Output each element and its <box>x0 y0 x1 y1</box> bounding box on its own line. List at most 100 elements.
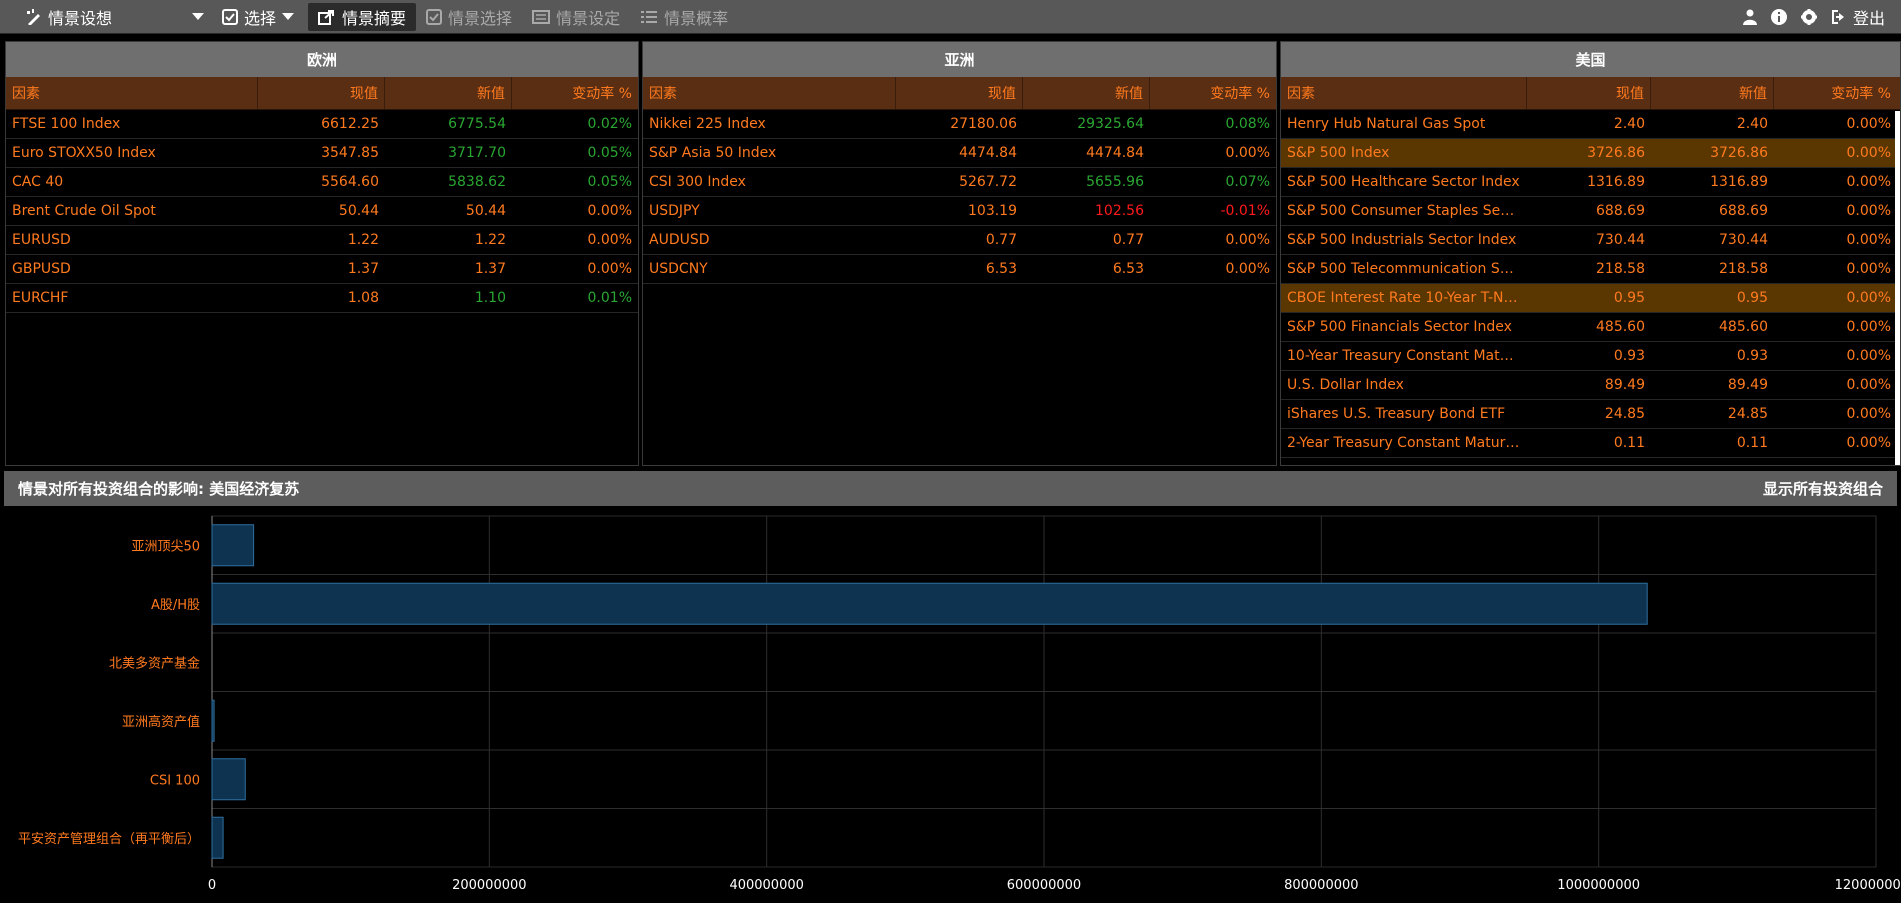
factor-cell: USDJPY <box>649 203 700 219</box>
table-row[interactable]: 2-Year Treasury Constant Maturity ... 0.1… <box>1281 429 1900 458</box>
tab-scenario-summary[interactable]: 情景摘要 <box>308 2 417 31</box>
current-value-cell: 1316.89 <box>1587 174 1645 190</box>
current-value-cell: 103.19 <box>968 203 1017 219</box>
new-value-cell: 1.10 <box>474 290 506 306</box>
scenario-setup-label: 情景设想 <box>48 8 113 28</box>
table-row[interactable]: 5-Year Treasury Constant Maturity ...0.3… <box>1281 458 1900 465</box>
change-rate-cell: 0.01% <box>587 290 632 306</box>
table-row[interactable]: CSI 300 Index 5267.72 5655.96 0.07% <box>643 168 1276 197</box>
bar[interactable] <box>211 582 1648 625</box>
table-row[interactable]: U.S. Dollar Index 89.49 89.49 0.00% <box>1281 371 1900 400</box>
table-row[interactable]: S&P 500 Financials Sector Index 485.60 485… <box>1281 313 1900 342</box>
col-current[interactable]: 现值 <box>896 77 1023 109</box>
scenario-setup-menu[interactable]: 情景设想 <box>0 3 122 31</box>
new-value-cell: 730.44 <box>1719 232 1768 248</box>
x-tick-label: 1200000000 <box>1835 878 1901 893</box>
select-label: 选择 <box>244 8 277 28</box>
table-row[interactable]: S&P 500 Consumer Staples Sector... 688.69… <box>1281 197 1900 226</box>
numbered-list-icon <box>641 10 658 23</box>
col-current[interactable]: 现值 <box>258 77 385 109</box>
table-row[interactable]: EURUSD 1.22 1.22 0.00% <box>6 226 638 255</box>
table-row[interactable]: S&P 500 Telecommunication Servi... 218.58… <box>1281 255 1900 284</box>
table-row[interactable]: S&P Asia 50 Index 4474.84 4474.84 0.00% <box>643 139 1276 168</box>
current-value-cell: 730.44 <box>1596 232 1645 248</box>
scenario-select-label: 情景选择 <box>448 8 513 28</box>
new-value-cell: 218.58 <box>1719 261 1768 277</box>
toolbar-right: 登出 <box>1737 3 1901 31</box>
table-row[interactable]: Henry Hub Natural Gas Spot 2.40 2.40 0.00% <box>1281 110 1900 139</box>
col-new[interactable]: 新值 <box>1023 77 1150 109</box>
col-current[interactable]: 现值 <box>1527 77 1651 109</box>
col-new[interactable]: 新值 <box>385 77 512 109</box>
y-category-label: A股/H股 <box>151 598 200 613</box>
col-factor[interactable]: 因素 <box>6 77 258 109</box>
impact-title: 情景对所有投资组合的影响: 美国经济复苏 <box>18 480 300 498</box>
table-row[interactable]: CBOE Interest Rate 10-Year T-Note 0.95 0.9… <box>1281 284 1900 313</box>
list-alt-icon <box>532 9 551 24</box>
scrollbar[interactable] <box>1895 111 1900 465</box>
table-row[interactable]: GBPUSD 1.37 1.37 0.00% <box>6 255 638 284</box>
table-row[interactable]: AUDUSD 0.77 0.77 0.00% <box>643 226 1276 255</box>
change-rate-cell: 0.08% <box>1225 116 1270 132</box>
scenario-setup-dropdown[interactable] <box>122 3 212 31</box>
change-rate-cell: 0.07% <box>1225 174 1270 190</box>
settings-button[interactable] <box>1795 3 1823 31</box>
table-row[interactable]: CAC 40 5564.60 5838.62 0.05% <box>6 168 638 197</box>
tab-scenario-select[interactable]: 情景选择 <box>416 3 522 31</box>
col-new[interactable]: 新值 <box>1651 77 1774 109</box>
bar[interactable] <box>211 758 246 801</box>
select-menu[interactable]: 选择 <box>212 3 304 31</box>
current-value-cell: 3547.85 <box>321 145 379 161</box>
table-header: 因素 现值 新值 变动率 % <box>1281 77 1900 110</box>
table-row[interactable]: Euro STOXX50 Index 3547.85 3717.70 0.05% <box>6 139 638 168</box>
col-factor[interactable]: 因素 <box>1281 77 1527 109</box>
user-icon <box>1742 9 1757 25</box>
change-rate-cell: 0.00% <box>1225 145 1270 161</box>
x-tick-label: 200000000 <box>452 878 526 893</box>
change-rate-cell: 0.00% <box>1225 232 1270 248</box>
bar[interactable] <box>211 699 215 742</box>
table-row[interactable]: 10-Year Treasury Constant Maturit... 0.93… <box>1281 342 1900 371</box>
info-button[interactable] <box>1765 3 1793 31</box>
user-button[interactable] <box>1737 3 1763 31</box>
table-row[interactable]: USDJPY 103.19 102.56 -0.01% <box>643 197 1276 226</box>
factor-cell: S&P 500 Healthcare Sector Index <box>1287 174 1520 190</box>
col-rate[interactable]: 变动率 % <box>1150 77 1276 109</box>
table-row[interactable]: S&P 500 Index 3726.86 3726.86 0.00% <box>1281 139 1900 168</box>
col-factor[interactable]: 因素 <box>643 77 896 109</box>
factor-cell: CAC 40 <box>12 174 64 190</box>
bar[interactable] <box>211 524 255 567</box>
current-value-cell: 50.44 <box>338 203 379 219</box>
new-value-cell: 4474.84 <box>1086 145 1144 161</box>
current-value-cell: 0.95 <box>1613 290 1645 306</box>
col-rate[interactable]: 变动率 % <box>512 77 638 109</box>
col-rate[interactable]: 变动率 % <box>1774 77 1897 109</box>
logout-button[interactable]: 登出 <box>1825 3 1891 31</box>
tab-scenario-config[interactable]: 情景设定 <box>522 3 630 31</box>
factor-cell: S&P 500 Telecommunication Servi... <box>1287 261 1527 277</box>
new-value-cell: 2.40 <box>1736 116 1768 132</box>
new-value-cell: 6.53 <box>1112 261 1144 277</box>
factor-cell: S&P 500 Consumer Staples Sector... <box>1287 203 1527 219</box>
tab-scenario-probability[interactable]: 情景概率 <box>630 3 738 31</box>
table-row[interactable]: S&P 500 Healthcare Sector Index 1316.89 13… <box>1281 168 1900 197</box>
bar[interactable] <box>211 816 224 859</box>
factor-cell: FTSE 100 Index <box>12 116 121 132</box>
gear-icon <box>1800 8 1817 25</box>
table-row[interactable]: EURCHF 1.08 1.10 0.01% <box>6 284 638 313</box>
factor-cell: iShares U.S. Treasury Bond ETF <box>1287 406 1506 422</box>
table-row[interactable]: USDCNY 6.53 6.53 0.00% <box>643 255 1276 284</box>
factor-cell: Nikkei 225 Index <box>649 116 766 132</box>
table-row[interactable]: S&P 500 Industrials Sector Index 730.44 73… <box>1281 226 1900 255</box>
table-row[interactable]: Nikkei 225 Index 27180.06 29325.64 0.08% <box>643 110 1276 139</box>
table-body: Henry Hub Natural Gas Spot 2.40 2.40 0.00% S… <box>1281 110 1900 465</box>
table-row[interactable]: iShares U.S. Treasury Bond ETF 24.85 24.85… <box>1281 400 1900 429</box>
table-row[interactable]: Brent Crude Oil Spot 50.44 50.44 0.00% <box>6 197 638 226</box>
panel-title: 美国 <box>1281 42 1900 77</box>
factor-cell: EURCHF <box>12 290 69 306</box>
table-row[interactable]: FTSE 100 Index 6612.25 6775.54 0.02% <box>6 110 638 139</box>
panel-us: 美国 因素 现值 新值 变动率 % Henry Hub Natural Gas … <box>1280 41 1901 466</box>
show-all-portfolios-button[interactable]: 显示所有投资组合 <box>1763 478 1883 499</box>
new-value-cell: 3726.86 <box>1710 145 1768 161</box>
new-value-cell: 6775.54 <box>448 116 506 132</box>
